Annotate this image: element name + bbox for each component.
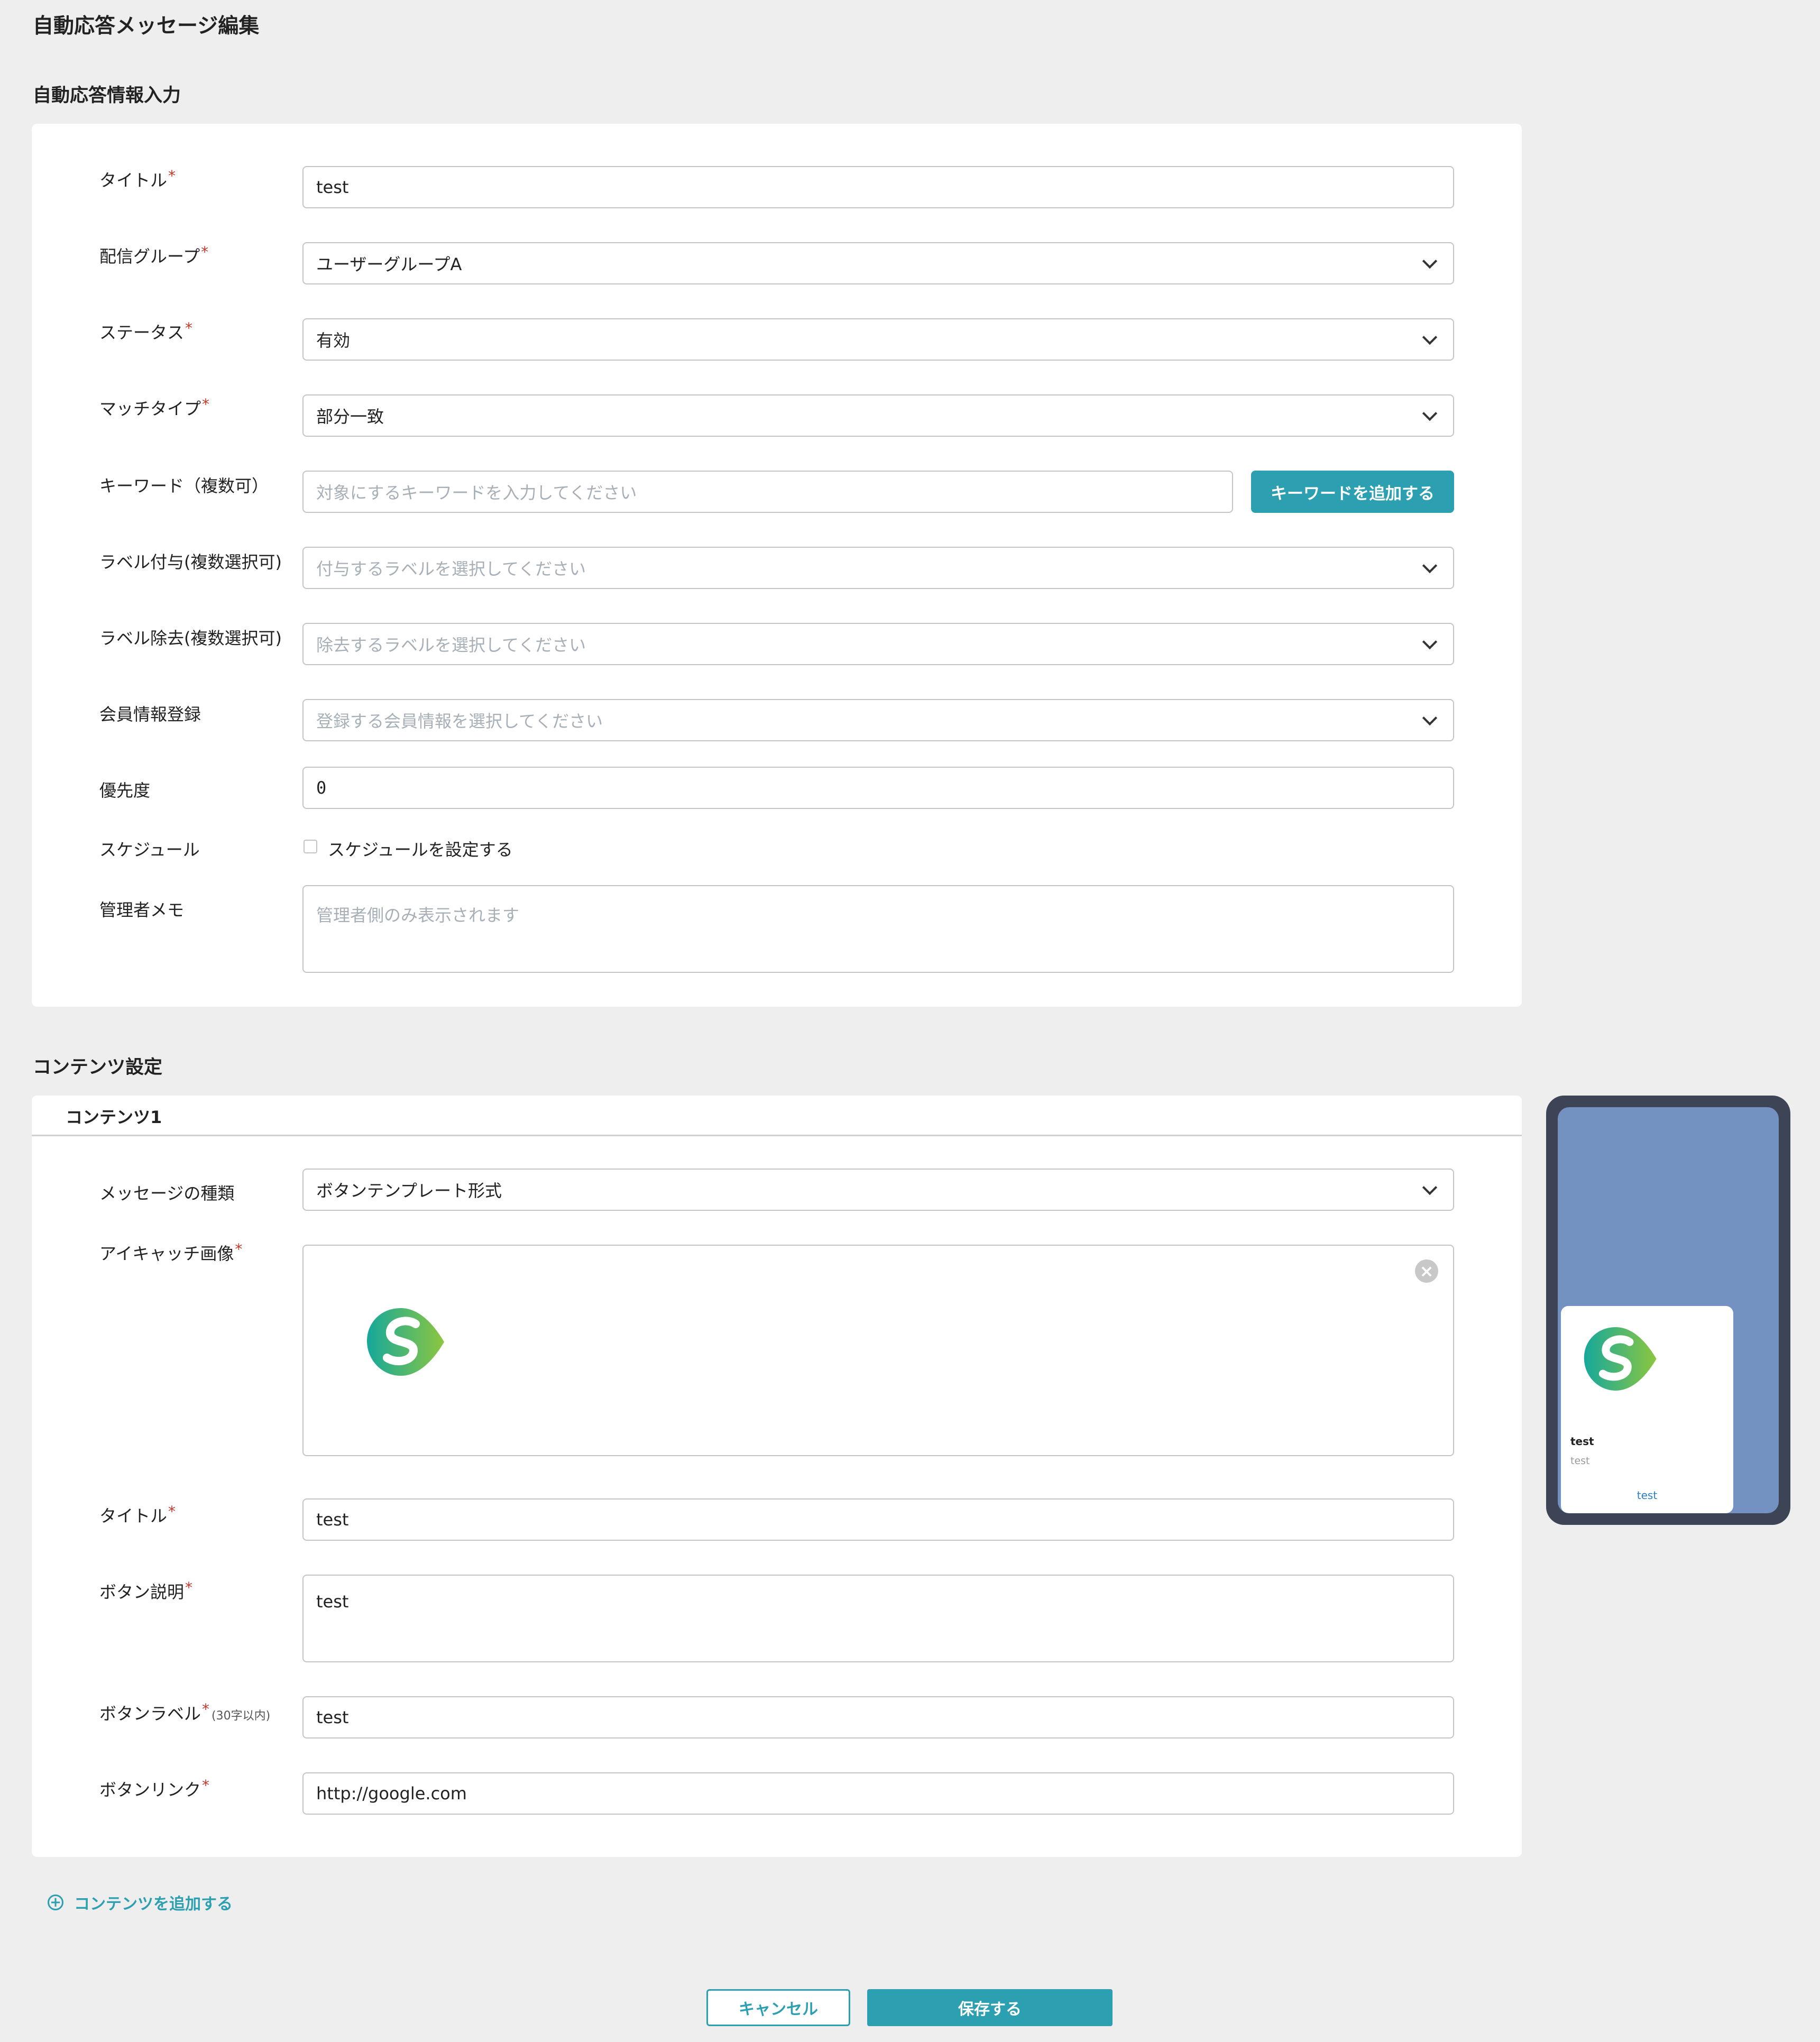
- message-type-label: メッセージの種類: [99, 1183, 235, 1203]
- preview-button: test: [1637, 1489, 1658, 1502]
- page-title: 自動応答メッセージ編集: [33, 14, 260, 38]
- member-info-select[interactable]: 登録する会員情報を選択してください: [302, 699, 1454, 741]
- member-info-label: 会員情報登録: [99, 704, 201, 724]
- schedule-checkbox[interactable]: [304, 840, 317, 853]
- title-label: タイトル*: [99, 167, 176, 190]
- keyword-input[interactable]: 対象にするキーワードを入力してください: [302, 471, 1233, 513]
- label-add-select[interactable]: 付与するラベルを選択してください: [302, 547, 1454, 589]
- section-title-content: コンテンツ設定: [33, 1057, 163, 1078]
- group-select[interactable]: ユーザーグループA: [302, 242, 1454, 284]
- add-keyword-button[interactable]: キーワードを追加する: [1251, 471, 1454, 513]
- preview-logo-image: [1584, 1327, 1657, 1391]
- schedule-label: スケジュール: [99, 840, 200, 860]
- chevron-down-icon: [1422, 710, 1438, 726]
- eyecatch-label: アイキャッチ画像*: [99, 1240, 243, 1264]
- status-label: ステータス*: [99, 319, 193, 343]
- plus-circle-icon: +: [48, 1894, 63, 1910]
- preview-text: test: [1570, 1455, 1590, 1467]
- preview-card: test test test: [1561, 1306, 1733, 1513]
- priority-label: 優先度: [99, 780, 151, 801]
- phone-screen: test test test: [1558, 1107, 1779, 1513]
- add-content-label: コンテンツを追加する: [74, 1895, 233, 1914]
- schedule-checkbox-label[interactable]: スケジュールを設定する: [328, 836, 513, 861]
- priority-input[interactable]: 0: [302, 767, 1454, 809]
- match-type-label: マッチタイプ*: [99, 395, 210, 419]
- button-label-input[interactable]: test: [302, 1696, 1454, 1739]
- chevron-down-icon: [1422, 634, 1438, 650]
- chevron-down-icon: [1422, 406, 1438, 421]
- section-title-info: 自動応答情報入力: [33, 85, 181, 106]
- save-button[interactable]: 保存する: [867, 1989, 1113, 2026]
- content-tab-bar: [32, 1096, 1522, 1136]
- status-select[interactable]: 有効: [302, 318, 1454, 361]
- remove-image-icon[interactable]: ×: [1415, 1259, 1438, 1283]
- content-title-label: タイトル*: [99, 1503, 176, 1526]
- eyecatch-image-box[interactable]: [302, 1245, 1454, 1456]
- chevron-down-icon: [1422, 253, 1438, 269]
- memo-textarea[interactable]: 管理者側のみ表示されます: [302, 885, 1454, 973]
- button-label-label: ボタンラベル* (30字以内): [99, 1700, 271, 1724]
- button-link-label: ボタンリンク*: [99, 1777, 210, 1800]
- chevron-down-icon: [1422, 558, 1438, 574]
- chevron-down-icon: [1422, 329, 1438, 345]
- preview-title: test: [1570, 1435, 1594, 1448]
- keyword-label: キーワード（複数可）: [99, 476, 269, 496]
- memo-label: 管理者メモ: [99, 900, 185, 920]
- phone-preview: test test test: [1546, 1096, 1790, 1525]
- add-content-link[interactable]: + コンテンツを追加する: [48, 1891, 233, 1914]
- message-type-select[interactable]: ボタンテンプレート形式: [302, 1169, 1454, 1211]
- label-add-label: ラベル付与(複数選択可): [99, 552, 282, 572]
- group-label: 配信グループ*: [99, 243, 209, 266]
- label-remove-label: ラベル除去(複数選択可): [99, 628, 282, 648]
- label-remove-select[interactable]: 除去するラベルを選択してください: [302, 623, 1454, 665]
- button-desc-label: ボタン説明*: [99, 1579, 193, 1602]
- title-input[interactable]: test: [302, 166, 1454, 208]
- button-link-input[interactable]: http://google.com: [302, 1772, 1454, 1815]
- tab-content-1[interactable]: コンテンツ1: [66, 1104, 162, 1128]
- button-desc-textarea[interactable]: test: [302, 1575, 1454, 1662]
- eyecatch-logo-image: [367, 1308, 444, 1376]
- match-type-select[interactable]: 部分一致: [302, 394, 1454, 437]
- cancel-button[interactable]: キャンセル: [706, 1989, 850, 2026]
- content-title-input[interactable]: test: [302, 1498, 1454, 1541]
- chevron-down-icon: [1422, 1180, 1438, 1195]
